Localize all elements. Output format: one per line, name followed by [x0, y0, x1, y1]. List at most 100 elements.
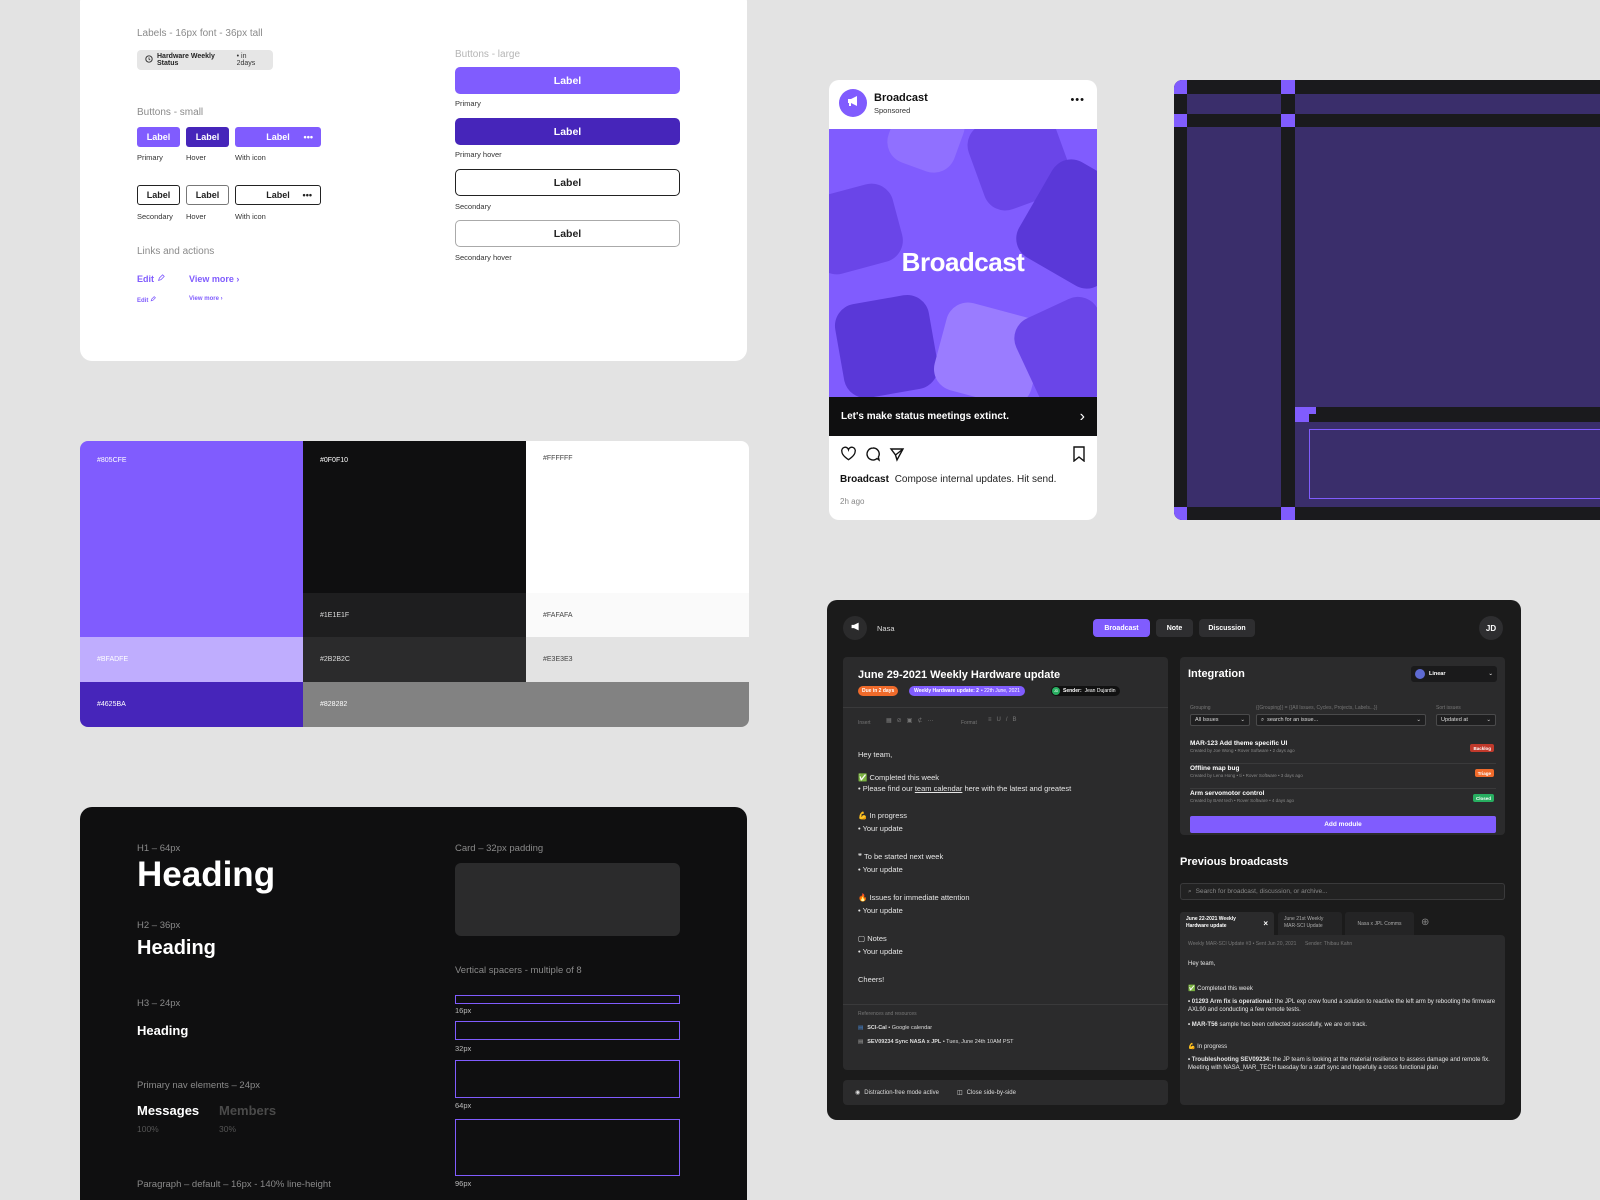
- post-cta-text: Let's make status meetings extinct.: [841, 411, 1009, 422]
- edit-link[interactable]: Edit: [137, 274, 165, 284]
- sender-name: Jean Dujardin: [1084, 688, 1116, 694]
- view-more-link-small[interactable]: View more ›: [189, 296, 223, 302]
- ref-item-sync[interactable]: ▤ SEV09234 Sync NASA x JPL • Tues, June …: [858, 1039, 1014, 1045]
- grouping-select[interactable]: All Issues ⌄: [1190, 714, 1250, 726]
- muscle-icon: 💪: [858, 811, 868, 820]
- underline-icon[interactable]: U: [997, 717, 1001, 723]
- prev-tab-active[interactable]: June 22-2021 Weekly Hardware update ×: [1180, 912, 1274, 935]
- post-time: 2h ago: [840, 497, 865, 506]
- search-icon: ⌕: [1188, 887, 1192, 895]
- comment-icon[interactable]: [865, 446, 881, 467]
- workspace-name[interactable]: Nasa: [877, 624, 895, 633]
- small-secondary-hover-button[interactable]: Label: [186, 185, 229, 205]
- post-caption-brand[interactable]: Broadcast: [840, 474, 889, 485]
- sort-value: Updated at: [1441, 717, 1468, 723]
- view-more-link[interactable]: View more ›: [189, 274, 239, 284]
- issue-search-input[interactable]: ⌕ search for an issue... ⌄: [1256, 714, 1426, 726]
- prev-tab[interactable]: June 21st Weekly MAR-SCI Update: [1278, 912, 1342, 935]
- issue-row[interactable]: MAR-123 Add theme specific UI Created by…: [1190, 740, 1496, 764]
- section-in-progress-label: In progress: [869, 811, 907, 820]
- post-hero-image: Broadcast: [829, 129, 1097, 397]
- large-secondary-button[interactable]: Label: [455, 169, 680, 196]
- swatch-label: #0F0F10: [320, 457, 349, 464]
- tab-note[interactable]: Note: [1156, 619, 1193, 637]
- close-icon[interactable]: ×: [1263, 919, 1268, 929]
- divider: [843, 1004, 1168, 1005]
- swatch-label: #E3E3E3: [543, 656, 573, 663]
- large-primary-button[interactable]: Label: [455, 67, 680, 94]
- close-side-by-side-button[interactable]: ◫ Close side-by-side: [957, 1089, 1016, 1097]
- bold-icon[interactable]: B: [1013, 717, 1017, 723]
- user-avatar[interactable]: JD: [1479, 616, 1503, 640]
- ref-item-calendar[interactable]: ▤ SCI-Cal • Google calendar: [858, 1025, 932, 1031]
- color-palette: #805CFE #0F0F10 #FFFFFF #1E1E1F #FAFAFA …: [80, 441, 749, 727]
- clock-icon: [145, 55, 153, 65]
- spacer-32: [455, 1021, 680, 1040]
- broadcast-app-window: Nasa Broadcast Note Discussion JD June 2…: [827, 600, 1521, 1120]
- nav-item-messages[interactable]: Messages: [137, 1103, 199, 1118]
- provider-select[interactable]: Linear ⌄: [1411, 666, 1497, 682]
- small-primary-hover-button[interactable]: Label: [186, 127, 229, 147]
- chevron-right-icon: ›: [236, 274, 240, 284]
- post-cta-bar[interactable]: Let's make status meetings extinct. ›: [829, 397, 1097, 436]
- section-in-progress: 💪 In progress: [858, 811, 907, 820]
- attach-icon[interactable]: ⊄: [917, 717, 922, 724]
- post-brand-name[interactable]: Broadcast: [874, 92, 928, 104]
- swatch-dark-2: #2B2B2C: [303, 637, 526, 682]
- swatch-label: #805CFE: [97, 457, 127, 464]
- italic-icon[interactable]: /: [1006, 717, 1008, 723]
- prev-tab[interactable]: Nasa x JPL Comms: [1345, 912, 1414, 935]
- megaphone-icon: [846, 94, 860, 113]
- table-icon[interactable]: ▦: [886, 717, 892, 724]
- distraction-free-toggle[interactable]: ◉ Distraction-free mode active: [855, 1089, 939, 1097]
- typography-card: H1 – 64px Heading H2 – 36px Heading H3 –…: [80, 807, 747, 1200]
- insert-toolbar: ▦ ⊘ ▣ ⊄ …: [886, 717, 933, 724]
- tab-discussion[interactable]: Discussion: [1199, 619, 1255, 637]
- previous-title: Previous broadcasts: [1180, 856, 1289, 868]
- section-next-week: ❞ To be started next week: [858, 852, 943, 861]
- team-calendar-link[interactable]: team calendar: [915, 784, 963, 793]
- add-tab-icon[interactable]: ⊕: [1421, 917, 1429, 928]
- post-sponsored: Sponsored: [874, 106, 911, 115]
- bookmark-icon[interactable]: [1072, 446, 1086, 467]
- small-primary-button[interactable]: Label: [137, 127, 180, 147]
- swatch-light-gray: #E3E3E3: [526, 637, 749, 682]
- link-icon[interactable]: ⊘: [897, 717, 902, 724]
- tab-broadcast[interactable]: Broadcast: [1093, 619, 1150, 637]
- caption-large-secondary: Secondary: [455, 202, 491, 211]
- more-icon[interactable]: …: [927, 717, 933, 724]
- nav-item-members[interactable]: Members: [219, 1103, 276, 1118]
- grid-spacer: [1174, 114, 1187, 127]
- update-badge[interactable]: Weekly Hardware update: 2 • 22th June, 2…: [909, 686, 1025, 696]
- spacers-label: Vertical spacers - multiple of 8: [455, 965, 582, 976]
- large-primary-hover-button[interactable]: Label: [455, 118, 680, 145]
- previous-search-input[interactable]: ⌕ Search for broadcast, discussion, or a…: [1180, 883, 1505, 900]
- divider: [843, 707, 1168, 708]
- issue-row[interactable]: Offline map bug Created by Lena Hong • t…: [1190, 765, 1496, 789]
- nav-messages-opacity: 100%: [137, 1124, 159, 1134]
- small-secondary-icon-button[interactable]: Label •••: [235, 185, 321, 205]
- swatch-black: #0F0F10: [303, 441, 526, 593]
- share-icon[interactable]: [889, 446, 905, 467]
- checkmark-icon: ✅: [1188, 986, 1196, 992]
- app-logo[interactable]: [843, 616, 867, 640]
- small-secondary-button[interactable]: Label: [137, 185, 180, 205]
- card-sample: [455, 863, 680, 936]
- heart-icon[interactable]: [840, 446, 857, 467]
- section-next-week-label: To be started next week: [864, 852, 944, 861]
- list-icon[interactable]: ≡: [988, 717, 992, 723]
- sort-label: Sort issues: [1436, 705, 1461, 711]
- sender-badge: JD Sender: Jean Dujardin: [1051, 686, 1121, 696]
- image-icon[interactable]: ▣: [907, 717, 913, 724]
- edit-link-small[interactable]: Edit: [137, 296, 156, 304]
- section-completed: ✅ Completed this week: [858, 773, 939, 782]
- issue-row[interactable]: Arm servomotor control Created by BAM te…: [1190, 790, 1496, 814]
- body-greeting: Hey team,: [858, 750, 893, 759]
- doc-title[interactable]: June 29-2021 Weekly Hardware update: [858, 669, 1060, 681]
- sort-select[interactable]: Updated at ⌄: [1436, 714, 1496, 726]
- add-module-button[interactable]: Add module: [1190, 816, 1496, 833]
- ref-meta: • Tues, June 24th 10AM PST: [941, 1039, 1014, 1045]
- small-primary-icon-button[interactable]: Label •••: [235, 127, 321, 147]
- more-options-icon[interactable]: •••: [1070, 94, 1085, 106]
- large-secondary-hover-button[interactable]: Label: [455, 220, 680, 247]
